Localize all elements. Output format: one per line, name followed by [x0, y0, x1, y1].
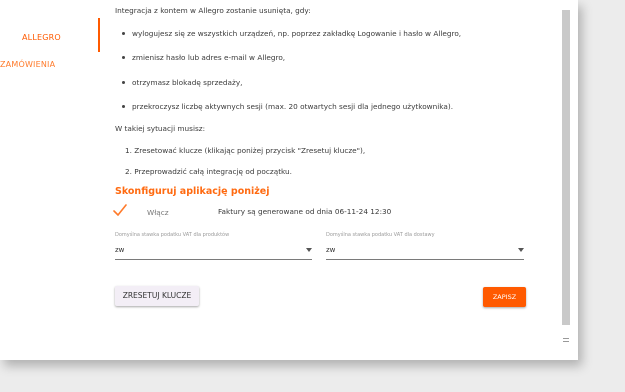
sidebar-item-allegro[interactable]: ALLEGRO	[22, 33, 61, 42]
enable-label: Włącz	[147, 208, 169, 217]
sidebar-item-zamowienia[interactable]: ZAMÓWIENIA	[0, 60, 55, 69]
vat-products-value: zw	[115, 246, 125, 254]
scroll-down-icon[interactable]	[562, 336, 570, 344]
step-item: 2. Przeprowadzić całą integrację od pocz…	[125, 167, 293, 176]
active-tab-indicator	[98, 18, 100, 52]
section-title: Skonfiguruj aplikację poniżej	[115, 186, 270, 197]
vat-products-select[interactable]: zw	[115, 243, 312, 260]
chevron-down-icon	[306, 248, 312, 252]
scrollbar[interactable]	[562, 10, 570, 325]
settings-window: ALLEGRO ZAMÓWIENIA Integracja z kontem w…	[0, 0, 578, 360]
step-item: 1. Zresetować klucze (klikając poniżej p…	[125, 146, 366, 155]
vat-shipping-select[interactable]: zw	[326, 243, 524, 260]
main-content: Integracja z kontem w Allegro zostanie u…	[113, 0, 555, 360]
vat-products-label: Domyślna stawka podatku VAT dla produktó…	[115, 232, 230, 238]
vat-shipping-label: Domyślna stawka podatku VAT dla dostawy	[326, 232, 435, 238]
list-item: wylogujesz się ze wszystkich urządzeń, n…	[121, 29, 462, 38]
vat-shipping-value: zw	[326, 246, 336, 254]
list-item: otrzymasz blokadę sprzedaży,	[121, 78, 243, 87]
sidebar: ALLEGRO ZAMÓWIENIA	[0, 0, 100, 360]
list-item: zmienisz hasło lub adres e-mail w Allegr…	[121, 53, 286, 62]
intro-text: Integracja z kontem w Allegro zostanie u…	[115, 6, 311, 15]
list-item: przekroczysz liczbę aktywnych sesji (max…	[121, 102, 454, 111]
invoice-info: Faktury są generowane od dnia 06-11-24 1…	[218, 207, 392, 216]
save-button[interactable]: ZAPISZ	[483, 287, 526, 307]
situation-text: W takiej sytuacji musisz:	[115, 124, 206, 133]
reset-keys-button[interactable]: ZRESETUJ KLUCZE	[115, 286, 199, 306]
chevron-down-icon	[518, 248, 524, 252]
check-icon[interactable]	[113, 204, 127, 216]
